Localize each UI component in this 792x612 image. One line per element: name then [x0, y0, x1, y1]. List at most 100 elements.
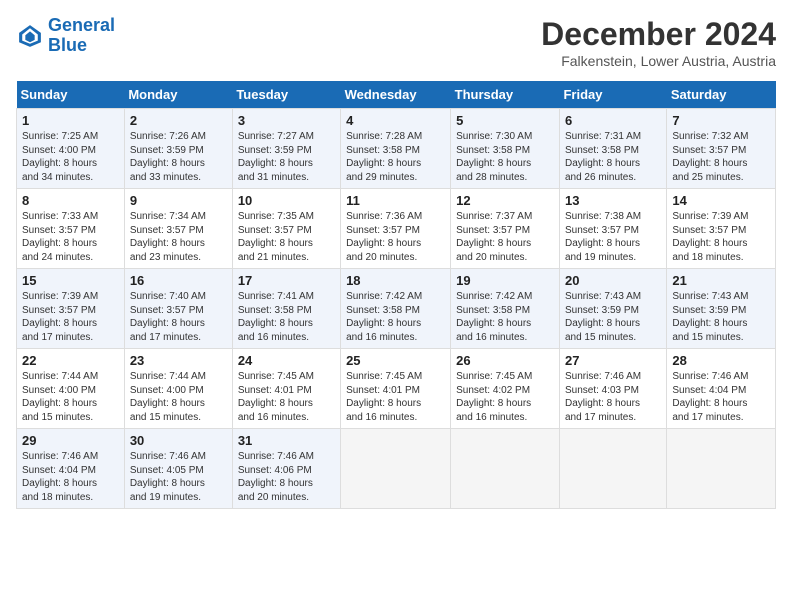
day-header-saturday: Saturday	[667, 81, 776, 109]
day-info: Sunrise: 7:40 AM Sunset: 3:57 PM Dayligh…	[130, 290, 227, 344]
day-number: 25	[346, 353, 445, 368]
day-number: 29	[22, 433, 119, 448]
day-number: 9	[130, 193, 227, 208]
day-info: Sunrise: 7:26 AM Sunset: 3:59 PM Dayligh…	[130, 130, 227, 184]
calendar-cell: 30 Sunrise: 7:46 AM Sunset: 4:05 PM Dayli…	[124, 429, 232, 509]
calendar-cell: 14 Sunrise: 7:39 AM Sunset: 3:57 PM Dayli…	[667, 189, 776, 269]
day-number: 12	[456, 193, 554, 208]
day-info: Sunrise: 7:36 AM Sunset: 3:57 PM Dayligh…	[346, 210, 445, 264]
day-info: Sunrise: 7:35 AM Sunset: 3:57 PM Dayligh…	[238, 210, 335, 264]
calendar-cell: 9Sunrise: 7:34 AM Sunset: 3:57 PM Daylig…	[124, 189, 232, 269]
day-info: Sunrise: 7:46 AM Sunset: 4:04 PM Dayligh…	[672, 370, 770, 424]
days-header-row: SundayMondayTuesdayWednesdayThursdayFrid…	[17, 81, 776, 109]
calendar-cell: 21 Sunrise: 7:43 AM Sunset: 3:59 PM Dayli…	[667, 269, 776, 349]
day-number: 20	[565, 273, 661, 288]
day-info: Sunrise: 7:44 AM Sunset: 4:00 PM Dayligh…	[22, 370, 119, 424]
calendar-cell: 19Sunrise: 7:42 AM Sunset: 3:58 PM Dayli…	[451, 269, 560, 349]
day-info: Sunrise: 7:46 AM Sunset: 4:03 PM Dayligh…	[565, 370, 661, 424]
logo-blue: Blue	[48, 35, 87, 55]
day-info: Sunrise: 7:25 AM Sunset: 4:00 PM Dayligh…	[22, 130, 119, 184]
day-info: Sunrise: 7:46 AM Sunset: 4:05 PM Dayligh…	[130, 450, 227, 504]
day-number: 28	[672, 353, 770, 368]
day-number: 23	[130, 353, 227, 368]
calendar-cell: 26Sunrise: 7:45 AM Sunset: 4:02 PM Dayli…	[451, 349, 560, 429]
calendar-week-row: 8Sunrise: 7:33 AM Sunset: 3:57 PM Daylig…	[17, 189, 776, 269]
day-number: 21	[672, 273, 770, 288]
day-info: Sunrise: 7:39 AM Sunset: 3:57 PM Dayligh…	[672, 210, 770, 264]
calendar-cell: 23 Sunrise: 7:44 AM Sunset: 4:00 PM Dayli…	[124, 349, 232, 429]
calendar-cell: 3 Sunrise: 7:27 AM Sunset: 3:59 PM Daylig…	[232, 109, 340, 189]
day-number: 22	[22, 353, 119, 368]
page-header: General Blue December 2024 Falkenstein, …	[16, 16, 776, 69]
calendar-cell: 8Sunrise: 7:33 AM Sunset: 3:57 PM Daylig…	[17, 189, 125, 269]
calendar-cell: 11Sunrise: 7:36 AM Sunset: 3:57 PM Dayli…	[341, 189, 451, 269]
calendar-cell: 29 Sunrise: 7:46 AM Sunset: 4:04 PM Dayli…	[17, 429, 125, 509]
calendar-week-row: 15 Sunrise: 7:39 AM Sunset: 3:57 PM Dayli…	[17, 269, 776, 349]
calendar-cell: 16Sunrise: 7:40 AM Sunset: 3:57 PM Dayli…	[124, 269, 232, 349]
calendar-cell	[667, 429, 776, 509]
calendar-cell: 1 Sunrise: 7:25 AM Sunset: 4:00 PM Daylig…	[17, 109, 125, 189]
day-header-monday: Monday	[124, 81, 232, 109]
day-info: Sunrise: 7:38 AM Sunset: 3:57 PM Dayligh…	[565, 210, 661, 264]
day-number: 31	[238, 433, 335, 448]
day-info: Sunrise: 7:45 AM Sunset: 4:01 PM Dayligh…	[346, 370, 445, 424]
day-number: 26	[456, 353, 554, 368]
day-number: 17	[238, 273, 335, 288]
day-number: 4	[346, 113, 445, 128]
calendar-cell: 17 Sunrise: 7:41 AM Sunset: 3:58 PM Dayli…	[232, 269, 340, 349]
day-header-thursday: Thursday	[451, 81, 560, 109]
calendar-cell: 28 Sunrise: 7:46 AM Sunset: 4:04 PM Dayli…	[667, 349, 776, 429]
day-number: 13	[565, 193, 661, 208]
calendar-cell: 10Sunrise: 7:35 AM Sunset: 3:57 PM Dayli…	[232, 189, 340, 269]
logo: General Blue	[16, 16, 115, 56]
day-number: 1	[22, 113, 119, 128]
logo-icon	[16, 22, 44, 50]
day-number: 7	[672, 113, 770, 128]
calendar-cell: 22 Sunrise: 7:44 AM Sunset: 4:00 PM Dayli…	[17, 349, 125, 429]
day-info: Sunrise: 7:43 AM Sunset: 3:59 PM Dayligh…	[565, 290, 661, 344]
calendar-week-row: 1 Sunrise: 7:25 AM Sunset: 4:00 PM Daylig…	[17, 109, 776, 189]
day-info: Sunrise: 7:27 AM Sunset: 3:59 PM Dayligh…	[238, 130, 335, 184]
day-info: Sunrise: 7:46 AM Sunset: 4:06 PM Dayligh…	[238, 450, 335, 504]
day-number: 2	[130, 113, 227, 128]
day-info: Sunrise: 7:44 AM Sunset: 4:00 PM Dayligh…	[130, 370, 227, 424]
day-info: Sunrise: 7:32 AM Sunset: 3:57 PM Dayligh…	[672, 130, 770, 184]
day-number: 27	[565, 353, 661, 368]
calendar-cell: 15 Sunrise: 7:39 AM Sunset: 3:57 PM Dayli…	[17, 269, 125, 349]
calendar-cell	[341, 429, 451, 509]
day-header-wednesday: Wednesday	[341, 81, 451, 109]
calendar-cell: 31 Sunrise: 7:46 AM Sunset: 4:06 PM Dayli…	[232, 429, 340, 509]
day-info: Sunrise: 7:46 AM Sunset: 4:04 PM Dayligh…	[22, 450, 119, 504]
day-number: 6	[565, 113, 661, 128]
day-number: 30	[130, 433, 227, 448]
calendar-cell: 13 Sunrise: 7:38 AM Sunset: 3:57 PM Dayli…	[559, 189, 666, 269]
month-title: December 2024	[541, 16, 776, 53]
day-info: Sunrise: 7:39 AM Sunset: 3:57 PM Dayligh…	[22, 290, 119, 344]
day-number: 14	[672, 193, 770, 208]
day-info: Sunrise: 7:28 AM Sunset: 3:58 PM Dayligh…	[346, 130, 445, 184]
calendar-week-row: 22 Sunrise: 7:44 AM Sunset: 4:00 PM Dayli…	[17, 349, 776, 429]
day-number: 19	[456, 273, 554, 288]
day-info: Sunrise: 7:42 AM Sunset: 3:58 PM Dayligh…	[346, 290, 445, 344]
day-header-sunday: Sunday	[17, 81, 125, 109]
calendar-cell: 18 Sunrise: 7:42 AM Sunset: 3:58 PM Dayli…	[341, 269, 451, 349]
day-number: 3	[238, 113, 335, 128]
calendar-cell: 4 Sunrise: 7:28 AM Sunset: 3:58 PM Daylig…	[341, 109, 451, 189]
day-number: 5	[456, 113, 554, 128]
day-info: Sunrise: 7:41 AM Sunset: 3:58 PM Dayligh…	[238, 290, 335, 344]
day-info: Sunrise: 7:30 AM Sunset: 3:58 PM Dayligh…	[456, 130, 554, 184]
calendar-cell: 27 Sunrise: 7:46 AM Sunset: 4:03 PM Dayli…	[559, 349, 666, 429]
calendar-cell: 5 Sunrise: 7:30 AM Sunset: 3:58 PM Daylig…	[451, 109, 560, 189]
title-area: December 2024 Falkenstein, Lower Austria…	[541, 16, 776, 69]
day-number: 15	[22, 273, 119, 288]
day-info: Sunrise: 7:45 AM Sunset: 4:01 PM Dayligh…	[238, 370, 335, 424]
day-header-friday: Friday	[559, 81, 666, 109]
day-info: Sunrise: 7:31 AM Sunset: 3:58 PM Dayligh…	[565, 130, 661, 184]
day-number: 18	[346, 273, 445, 288]
day-info: Sunrise: 7:43 AM Sunset: 3:59 PM Dayligh…	[672, 290, 770, 344]
day-info: Sunrise: 7:37 AM Sunset: 3:57 PM Dayligh…	[456, 210, 554, 264]
calendar-cell: 12 Sunrise: 7:37 AM Sunset: 3:57 PM Dayli…	[451, 189, 560, 269]
logo-general: General	[48, 15, 115, 35]
calendar-cell	[559, 429, 666, 509]
location-subtitle: Falkenstein, Lower Austria, Austria	[541, 53, 776, 69]
